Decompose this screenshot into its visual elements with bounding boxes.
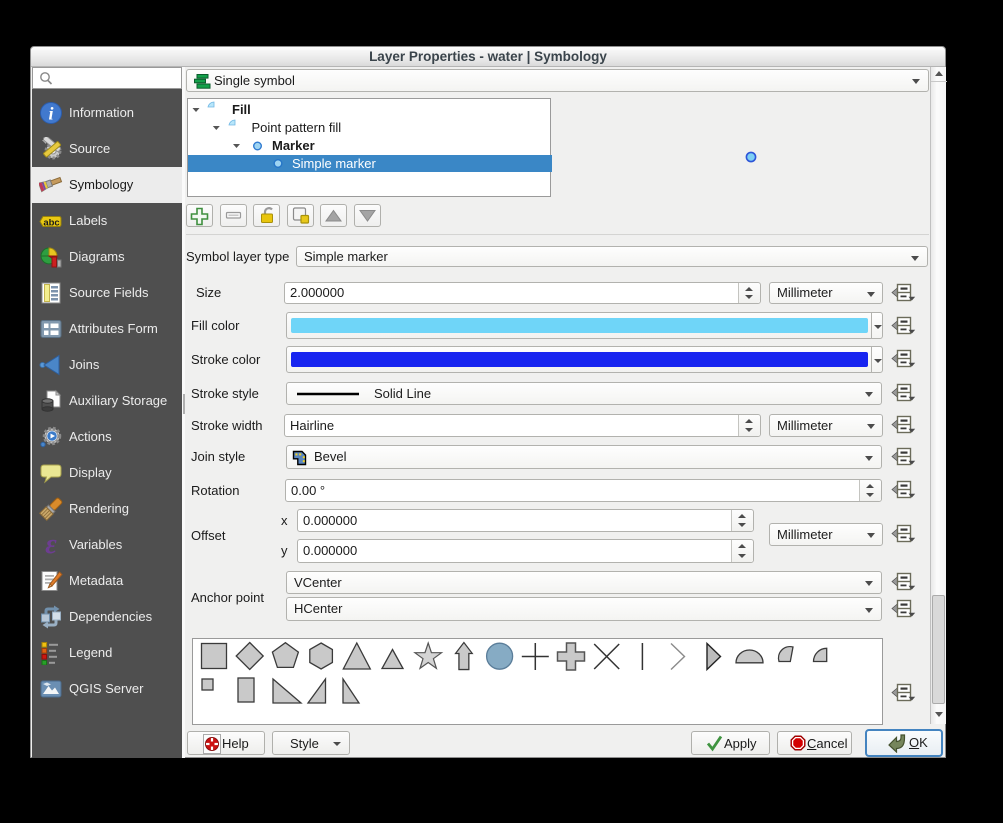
svg-text:i: i [48,104,53,124]
svg-text:abc: abc [43,218,59,229]
svg-text:ε: ε [45,533,57,557]
